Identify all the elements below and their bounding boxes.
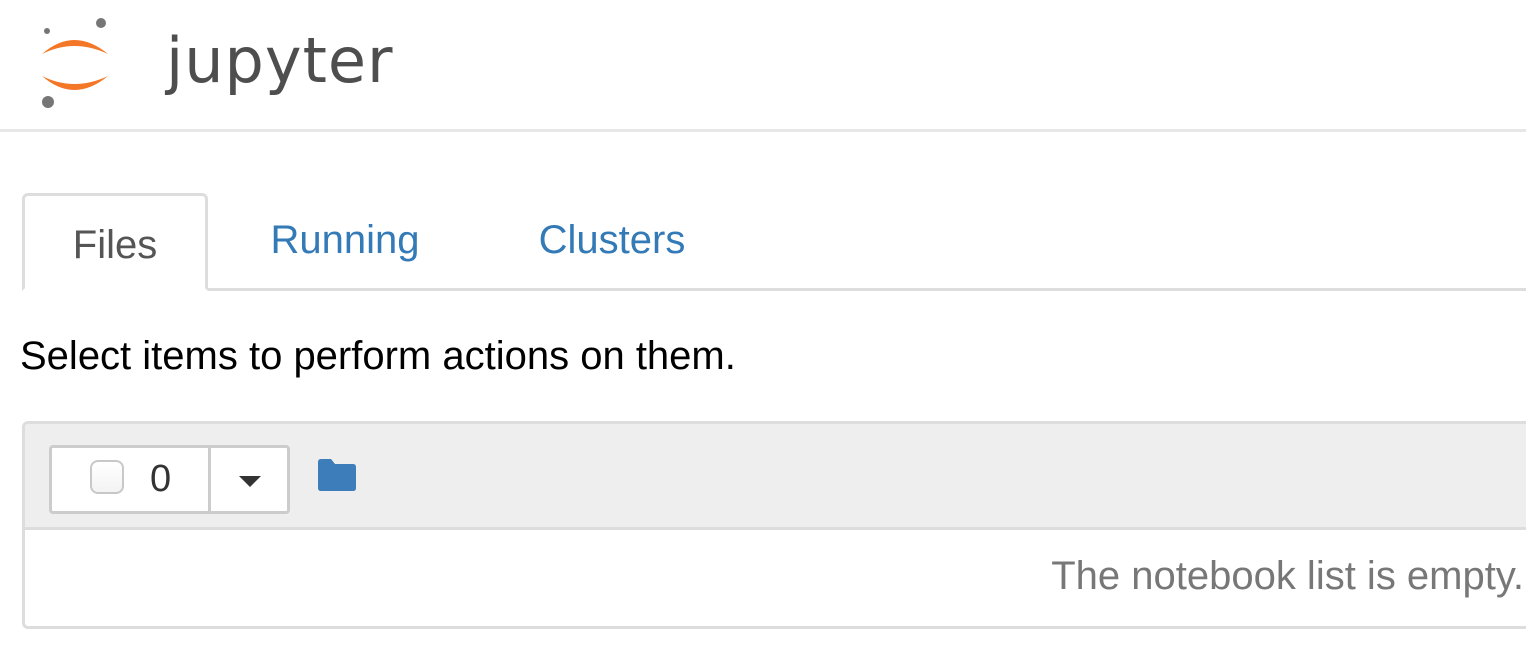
select-all-checkbox[interactable] [90, 460, 124, 494]
tab-files[interactable]: Files [22, 193, 208, 291]
empty-list-message: The notebook list is empty. [1051, 554, 1524, 598]
selected-count: 0 [150, 458, 172, 500]
selection-hint: Select items to perform actions on them. [20, 334, 736, 378]
caret-down-icon [239, 476, 261, 487]
site-header: jupyter [0, 0, 1526, 132]
jupyter-logo-icon [42, 18, 108, 108]
logo-wordmark: jupyter [166, 24, 394, 97]
select-button-group: 0 [49, 445, 290, 514]
list-toolbar: 0 [25, 424, 1526, 530]
select-all-button[interactable]: 0 [52, 448, 211, 511]
select-dropdown-button[interactable] [211, 448, 287, 511]
tab-clusters[interactable]: Clusters [522, 193, 702, 288]
tab-bar: Files Running Clusters [22, 193, 1526, 291]
jupyter-logo[interactable]: jupyter [38, 16, 393, 112]
notebook-list-panel: 0 The notebook list is empty. [22, 421, 1526, 629]
folder-icon[interactable] [316, 458, 358, 492]
tab-running[interactable]: Running [260, 193, 430, 288]
